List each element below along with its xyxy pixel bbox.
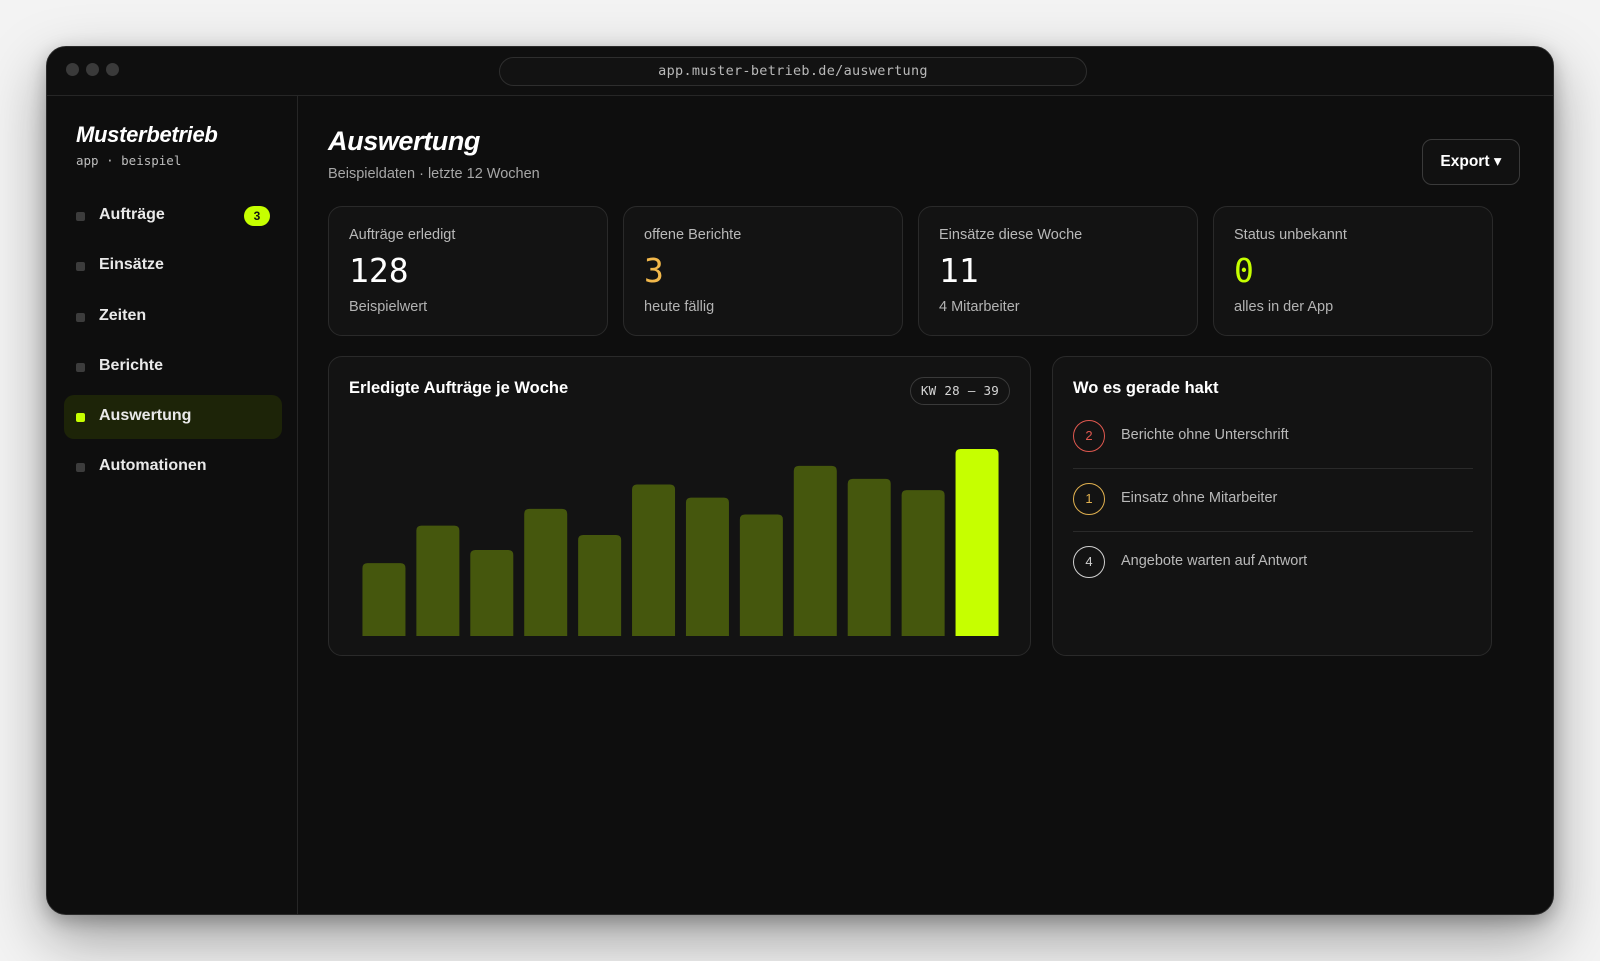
stat-card-einsaetze-woche: Einsätze diese Woche 11 4 Mitarbeiter (918, 206, 1198, 336)
issue-text: Berichte ohne Unterschrift (1121, 427, 1289, 443)
stat-label: offene Berichte (644, 227, 742, 243)
sidebar-item-label: Auswertung (99, 407, 192, 424)
main-content: Auswertung Beispieldaten · letzte 12 Woc… (298, 96, 1553, 914)
window-maximize-dot[interactable] (106, 63, 119, 76)
stat-subtext: heute fällig (644, 299, 715, 315)
sidebar-item-label: Automationen (99, 457, 207, 474)
sidebar-item-automationen[interactable]: Automationen (64, 445, 282, 489)
sidebar-item-label: Zeiten (99, 307, 147, 324)
stat-value: 11 (939, 251, 979, 290)
sidebar: Musterbetrieb app · beispiel Aufträge 3 … (47, 96, 298, 914)
chart-bar-kw-28 (362, 563, 406, 636)
issue-item[interactable]: 4 Angebote warten auf Antwort (1073, 532, 1473, 595)
issue-count-badge: 2 (1073, 420, 1105, 452)
weekly-orders-chart-panel: Erledigte Aufträge je Woche KW 28 – 39 (328, 356, 1031, 656)
sidebar-item-label: Berichte (99, 357, 164, 374)
sidebar-item-zeiten[interactable]: Zeiten (64, 295, 282, 339)
sidebar-item-auftraege[interactable]: Aufträge 3 (64, 194, 282, 238)
stat-value: 128 (349, 251, 409, 290)
nav-bullet-icon (76, 363, 85, 372)
brand-subtitle: app · beispiel (76, 153, 182, 168)
page-title: Auswertung (328, 126, 481, 156)
chart-bar-kw-35 (739, 514, 783, 636)
nav-bullet-icon (76, 212, 85, 221)
window-minimize-dot[interactable] (86, 63, 99, 76)
nav-bullet-icon (76, 313, 85, 322)
chart-bar-kw-29 (416, 525, 460, 636)
chart-bar-kw-36 (793, 465, 837, 636)
issue-count-badge: 4 (1073, 546, 1105, 578)
stat-subtext: 4 Mitarbeiter (939, 299, 1020, 315)
chart-bar-kw-34 (685, 497, 729, 636)
chart-title: Erledigte Aufträge je Woche (349, 379, 569, 397)
chart-bar-kw-38 (901, 490, 945, 636)
chart-bar-kw-39 (955, 449, 999, 636)
sidebar-item-label: Aufträge (99, 206, 165, 223)
browser-titlebar: app.muster-betrieb.de/auswertung (47, 47, 1553, 96)
stat-value: 0 (1234, 251, 1254, 290)
chart-bar-kw-37 (847, 478, 891, 636)
issues-panel: Wo es gerade hakt 2 Berichte ohne Unters… (1052, 356, 1492, 656)
stat-label: Einsätze diese Woche (939, 227, 1083, 243)
url-bar[interactable]: app.muster-betrieb.de/auswertung (499, 57, 1087, 86)
sidebar-item-auswertung[interactable]: Auswertung (64, 395, 282, 439)
chart-bar-kw-31 (524, 508, 568, 636)
sidebar-item-berichte[interactable]: Berichte (64, 345, 282, 389)
page-subtitle: Beispieldaten · letzte 12 Wochen (328, 166, 540, 182)
issues-title: Wo es gerade hakt (1073, 379, 1219, 397)
issue-text: Angebote warten auf Antwort (1121, 553, 1308, 569)
count-badge: 3 (244, 206, 270, 226)
week-range-pill[interactable]: KW 28 – 39 (910, 377, 1010, 405)
stat-label: Status unbekannt (1234, 227, 1347, 243)
brand-name: Musterbetrieb (76, 122, 218, 147)
issue-count-badge: 1 (1073, 483, 1105, 515)
stat-value: 3 (644, 251, 664, 290)
sidebar-item-label: Einsätze (99, 256, 164, 273)
stat-subtext: Beispielwert (349, 299, 428, 315)
chart-bar-kw-30 (470, 549, 514, 636)
export-button[interactable]: Export ▾ (1422, 139, 1520, 185)
issue-text: Einsatz ohne Mitarbeiter (1121, 490, 1278, 506)
stat-card-auftraege-erledigt: Aufträge erledigt 128 Beispielwert (328, 206, 608, 336)
stat-card-status-unbekannt: Status unbekannt 0 alles in der App (1213, 206, 1493, 336)
chart-bar-kw-33 (632, 484, 676, 636)
chart-bar-kw-32 (578, 535, 622, 636)
stat-card-offene-berichte: offene Berichte 3 heute fällig (623, 206, 903, 336)
nav-bullet-icon (76, 463, 85, 472)
nav-bullet-icon (76, 262, 85, 271)
stat-subtext: alles in der App (1234, 299, 1334, 315)
stat-label: Aufträge erledigt (349, 227, 456, 243)
sidebar-item-einsaetze[interactable]: Einsätze (64, 244, 282, 288)
app-window: app.muster-betrieb.de/auswertung Musterb… (46, 46, 1554, 915)
issue-item[interactable]: 2 Berichte ohne Unterschrift (1073, 406, 1473, 469)
issue-item[interactable]: 1 Einsatz ohne Mitarbeiter (1073, 469, 1473, 532)
nav-bullet-icon (76, 413, 85, 422)
window-close-dot[interactable] (66, 63, 79, 76)
